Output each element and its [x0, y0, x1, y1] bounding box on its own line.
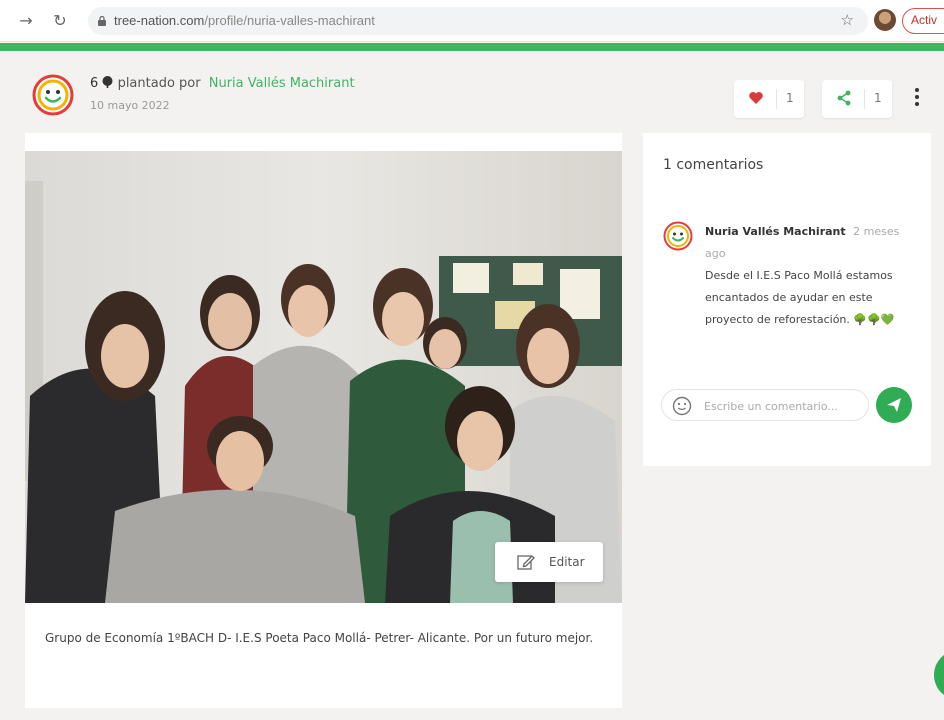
bookmark-star-icon[interactable]: ☆ [841, 11, 854, 29]
send-comment-button[interactable] [876, 387, 912, 423]
more-options-icon[interactable] [912, 88, 922, 110]
divider [776, 89, 777, 109]
post-date: 10 mayo 2022 [90, 99, 170, 112]
pencil-icon [517, 555, 535, 570]
tree-icon [102, 76, 113, 88]
url-text: tree-nation.com/profile/nuria-valles-mac… [114, 13, 375, 28]
comment-author[interactable]: Nuria Vallés Machirant [705, 225, 846, 238]
post-caption: Grupo de Economía 1ºBACH D- I.E.S Poeta … [45, 631, 594, 645]
brand-strip [0, 43, 944, 51]
lock-icon [98, 16, 106, 26]
edit-button[interactable]: Editar [495, 542, 603, 582]
like-button[interactable]: 1 [734, 80, 804, 118]
commenter-avatar-icon[interactable] [663, 221, 693, 251]
heart-icon [749, 92, 763, 104]
group-photo [25, 151, 622, 603]
tree-count: 6 [90, 76, 99, 91]
comment-text: Desde el I.E.S Paco Mollá estamos encant… [705, 269, 895, 326]
share-button[interactable]: 1 [822, 80, 892, 118]
browser-toolbar: → ↻ tree-nation.com/profile/nuria-valles… [0, 0, 944, 42]
smiley-avatar-icon[interactable] [32, 74, 74, 116]
like-count: 1 [786, 91, 794, 105]
emoji-icon[interactable] [672, 396, 692, 416]
divider [864, 89, 865, 109]
comments-panel: 1 comentarios Nuria Vallés Machirant 2 m… [643, 133, 931, 466]
comment: Nuria Vallés Machirant 2 meses ago Desde… [705, 221, 917, 331]
comment-input-box[interactable] [661, 389, 869, 421]
url-host: tree-nation.com [114, 13, 205, 28]
planted-by-label: plantado por [117, 76, 201, 91]
floating-action-button[interactable] [934, 650, 944, 700]
author-link[interactable]: Nuria Vallés Machirant [209, 76, 355, 91]
comments-count-title: 1 comentarios [663, 157, 764, 173]
planted-line: 6 plantado por Nuria Vallés Machirant [90, 76, 355, 91]
share-icon [837, 90, 851, 106]
profile-avatar[interactable] [874, 9, 896, 31]
url-path: /profile/nuria-valles-machirant [204, 13, 375, 28]
edit-label: Editar [549, 555, 585, 569]
post-meta: 6 plantado por Nuria Vallés Machirant 10… [90, 76, 355, 112]
comment-input[interactable] [704, 396, 862, 416]
reload-icon[interactable]: ↻ [50, 11, 70, 31]
share-count: 1 [874, 91, 882, 105]
send-icon [887, 398, 901, 412]
address-bar[interactable]: tree-nation.com/profile/nuria-valles-mac… [88, 7, 868, 35]
activate-button[interactable]: Activ [902, 8, 944, 34]
post-card: Editar [25, 133, 622, 708]
forward-arrow-icon[interactable]: → [16, 11, 36, 31]
